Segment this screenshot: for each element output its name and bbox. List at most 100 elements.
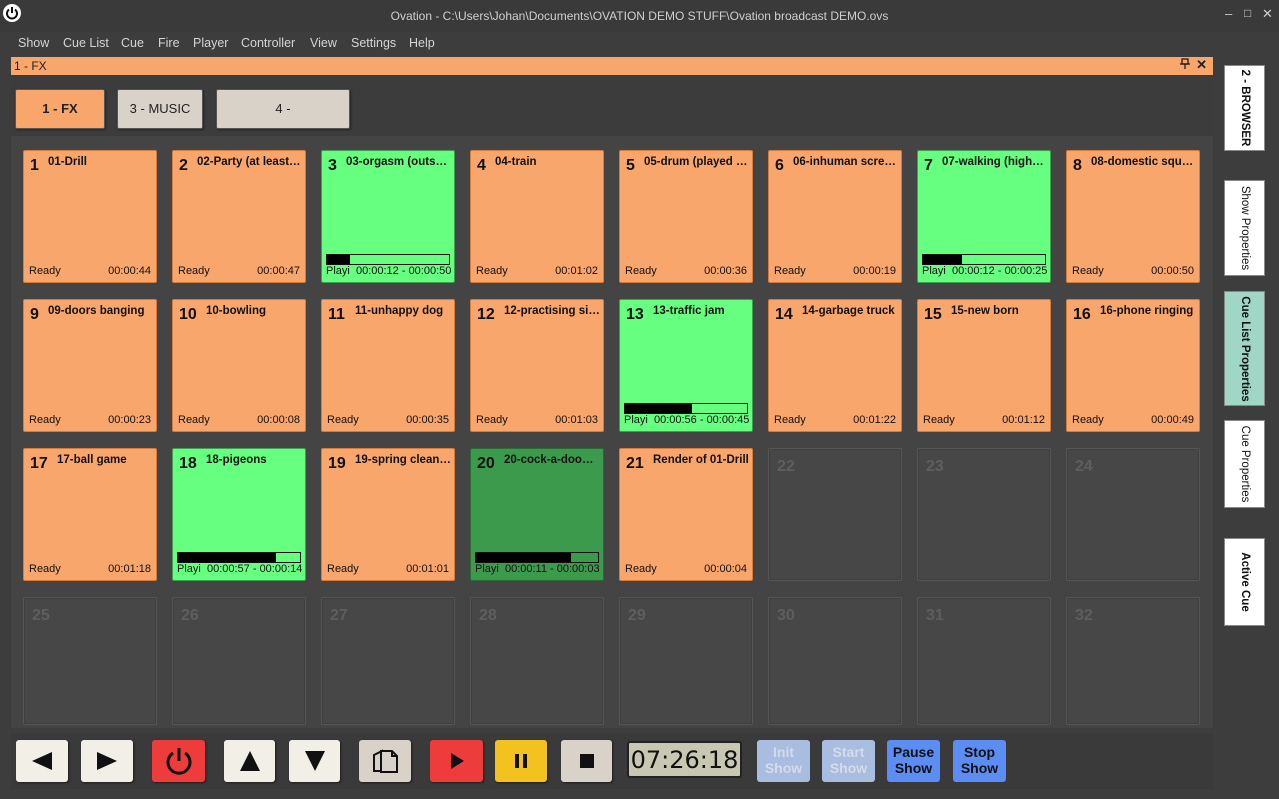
cue-name: 17-ball game [57, 454, 127, 466]
cue-cell[interactable]: 5 05-drum (played by human) Ready 00:00:36 [619, 150, 753, 283]
cue-cell[interactable]: 12 12-practising singer Ready 00:01:03 [470, 299, 604, 432]
cue-cell[interactable]: 9 09-doors banging Ready 00:00:23 [23, 299, 157, 432]
duplicate-button[interactable] [359, 740, 411, 782]
arrow-down-icon [304, 751, 325, 771]
cue-cell[interactable]: 31 [917, 597, 1051, 725]
side-tab-cue-properties[interactable]: Cue Properties [1224, 420, 1265, 508]
pin-icon[interactable] [1180, 58, 1190, 73]
tab-music[interactable]: 3 - MUSIC [117, 89, 203, 129]
menu-controller[interactable]: Controller [241, 36, 295, 50]
clock-display: 07:26:18 [627, 741, 742, 778]
cue-status: Ready [29, 563, 61, 575]
cue-cell[interactable]: 20 20-cock-a-doodle-doo Playi 00:00:11 - 0… [470, 448, 604, 581]
cue-number: 13 [626, 306, 644, 323]
menu-player[interactable]: Player [193, 36, 228, 50]
cue-cell[interactable]: 17 17-ball game Ready 00:01:18 [23, 448, 157, 581]
side-tab-cue-list-properties[interactable]: Cue List Properties [1224, 291, 1265, 406]
move-down-button[interactable] [289, 740, 340, 782]
menu-settings[interactable]: Settings [351, 36, 396, 50]
cue-list-tabs: 1 - FX 3 - MUSIC 4 - ATMOS/Background [11, 76, 1213, 154]
tab-atmos-background[interactable]: 4 - ATMOS/Background [216, 89, 350, 154]
cue-cell[interactable]: 24 [1066, 448, 1200, 581]
cue-cell[interactable]: 29 [619, 597, 753, 725]
cue-duration: 00:01:02 [555, 265, 598, 277]
cue-cell[interactable]: 14 14-garbage truck Ready 00:01:22 [768, 299, 902, 432]
side-tab-show-properties[interactable]: Show Properties [1224, 180, 1265, 276]
cue-number: 5 [626, 157, 635, 174]
cue-cell[interactable]: 6 06-inhuman scream Ready 00:00:19 [768, 150, 902, 283]
cue-cell[interactable]: 27 [321, 597, 455, 725]
cue-cell[interactable]: 25 [23, 597, 157, 725]
tab-fx[interactable]: 1 - FX [15, 89, 105, 129]
cue-duration: 00:00:44 [108, 265, 151, 277]
menu-view[interactable]: View [310, 36, 337, 50]
stop-icon [579, 754, 594, 768]
maximize-button[interactable]: □ [1244, 6, 1251, 20]
cue-cell[interactable]: 32 [1066, 597, 1200, 725]
cue-cell[interactable]: 3 03-orgasm (outside) Playi 00:00:12 - 00:… [321, 150, 455, 283]
cue-playing-time: Playi 00:00:11 - 00:00:03 [475, 563, 600, 575]
side-tab-browser[interactable]: 2 - BROWSER [1224, 65, 1265, 151]
side-tab-active-cue[interactable]: Active Cue [1224, 538, 1265, 626]
cue-number: 9 [30, 306, 39, 323]
cue-number: 11 [328, 306, 345, 323]
cue-cell[interactable]: 4 04-train Ready 00:01:02 [470, 150, 604, 283]
minimize-button[interactable]: – [1225, 6, 1232, 21]
stop-button[interactable] [561, 740, 612, 782]
cue-list-panel-header: 1 - FX ✕ [11, 57, 1213, 75]
cue-name: 04-train [495, 156, 537, 168]
cue-cell[interactable]: 16 16-phone ringing Ready 00:00:49 [1066, 299, 1200, 432]
cue-cell[interactable]: 22 [768, 448, 902, 581]
panel-close-button[interactable]: ✕ [1196, 57, 1207, 73]
cue-cell[interactable]: 26 [172, 597, 306, 725]
cue-cell[interactable]: 28 [470, 597, 604, 725]
move-up-button[interactable] [224, 740, 275, 782]
cue-status: Ready [178, 414, 210, 426]
menu-cue[interactable]: Cue [121, 36, 144, 50]
cue-cell[interactable]: 2 02-Party (at least 30 people) Ready 00:00… [172, 150, 306, 283]
cue-cell[interactable]: 8 08-domestic squabble Ready 00:00:50 [1066, 150, 1200, 283]
cue-duration: 00:00:04 [704, 563, 747, 575]
pause-button[interactable] [495, 740, 547, 782]
cue-cell[interactable]: 30 [768, 597, 902, 725]
cue-duration: 00:01:22 [853, 414, 896, 426]
menu-cue-list[interactable]: Cue List [63, 36, 109, 50]
arrow-left-icon [32, 752, 52, 770]
cue-cell[interactable]: 11 11-unhappy dog Ready 00:00:35 [321, 299, 455, 432]
cue-cell[interactable]: 19 19-spring cleaning Ready 00:01:01 [321, 448, 455, 581]
cue-duration: 00:01:18 [108, 563, 151, 575]
pause-show-button[interactable]: Pause Show [887, 740, 940, 782]
menu-fire[interactable]: Fire [158, 36, 180, 50]
panic-power-button[interactable] [152, 740, 205, 782]
cue-name: 09-doors banging [48, 305, 145, 317]
cue-status: Ready [476, 414, 508, 426]
play-button[interactable] [430, 740, 483, 782]
pause-icon [515, 754, 527, 768]
cue-duration: 00:00:50 [1151, 265, 1194, 277]
cue-cell[interactable]: 1 01-Drill Ready 00:00:44 [23, 150, 157, 283]
cue-cell[interactable]: 18 18-pigeons Playi 00:00:57 - 00:00:14 [172, 448, 306, 581]
cue-progress-fill [625, 404, 693, 413]
cue-number: 23 [926, 458, 944, 475]
play-icon [450, 753, 464, 769]
previous-cue-button[interactable] [16, 740, 68, 782]
cue-progress-bar [177, 552, 301, 563]
cue-status: Ready [476, 265, 508, 277]
cue-status: Ready [923, 414, 955, 426]
cue-cell[interactable]: 15 15-new born Ready 00:01:12 [917, 299, 1051, 432]
stop-show-button[interactable]: Stop Show [953, 740, 1006, 782]
menu-help[interactable]: Help [409, 36, 435, 50]
init-show-button[interactable]: Init Show [757, 740, 810, 782]
menu-show[interactable]: Show [18, 36, 49, 50]
cue-elapsed-remaining: 00:00:12 - 00:00:25 [951, 265, 1048, 277]
start-show-button[interactable]: Start Show [822, 740, 875, 782]
next-cue-button[interactable] [81, 740, 133, 782]
cue-cell[interactable]: 7 07-walking (high heels) Playi 00:00:12 -… [917, 150, 1051, 283]
cue-cell[interactable]: 10 10-bowling Ready 00:00:08 [172, 299, 306, 432]
cue-status: Playi [177, 563, 201, 575]
cue-cell[interactable]: 23 [917, 448, 1051, 581]
cue-cell[interactable]: 21 Render of 01-Drill Ready 00:00:04 [619, 448, 753, 581]
cue-cell[interactable]: 13 13-traffic jam Playi 00:00:56 - 00:00:4… [619, 299, 753, 432]
close-window-button[interactable]: ✕ [1262, 6, 1273, 22]
cue-elapsed-remaining: 00:00:11 - 00:00:03 [504, 563, 600, 575]
